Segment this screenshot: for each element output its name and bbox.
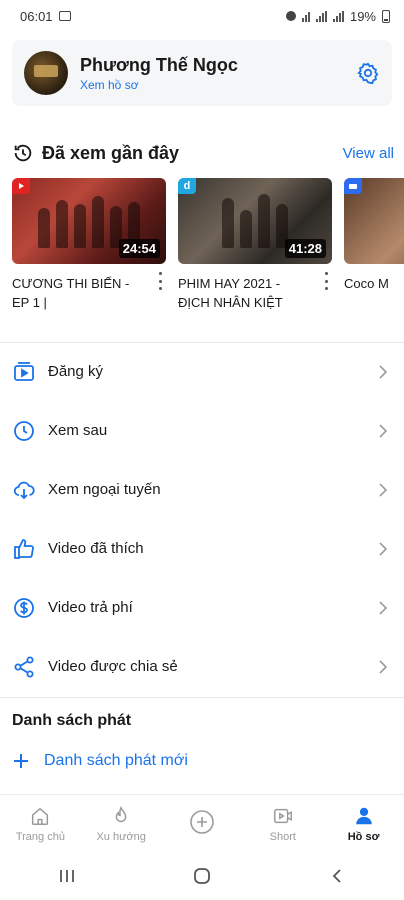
flame-icon [115,805,127,822]
menu-item-paid-videos[interactable]: Video trả phí [0,578,404,637]
video-card[interactable]: Coco M [344,178,404,293]
gear-icon[interactable] [356,61,380,85]
nav-add[interactable] [162,809,242,839]
download-cloud-icon [13,481,35,499]
menu-item-watch-later[interactable]: Xem sau [0,401,404,460]
profile-text: Phương Thế Ngọc Xem hồ sơ [80,55,356,92]
menu-item-shared-videos[interactable]: Video được chia sẻ [0,637,404,696]
thumbs-up-icon [14,538,34,559]
chevron-right-icon [379,600,388,615]
nav-label: Xu hướng [96,830,146,843]
nav-label: Short [269,830,296,843]
more-options-icon[interactable] [322,272,330,290]
system-navigation-bar [0,852,404,900]
nav-label: Trang chủ [15,830,65,843]
recent-header: Đã xem gần đây View all [12,142,404,164]
battery-percent: 19% [349,8,376,24]
video-thumbnail[interactable]: 24:54 [12,178,166,264]
menu-item-subscriptions[interactable]: Đăng ký [0,342,404,401]
video-duration: 24:54 [118,239,160,258]
dailymotion-source-icon: d [178,178,196,194]
status-time: 06:01 [20,8,53,24]
menu-label: Video được chia sẻ [48,658,178,675]
recent-videos-rail[interactable]: 24:54 CƯƠNG THI BIẾN - EP 1 | d 41:28 PH… [12,178,404,318]
chevron-right-icon [379,541,388,556]
menu-label: Xem sau [48,422,108,439]
nav-trending[interactable]: Xu hướng [81,805,161,843]
menu-label: Video trả phí [48,599,133,616]
menu-item-liked-videos[interactable]: Video đã thích [0,519,404,578]
back-icon [332,869,341,883]
nav-profile[interactable]: Hồ sơ [324,805,404,843]
lte-signal-icon [315,10,327,22]
profile-name: Phương Thế Ngọc [80,54,238,75]
divider [0,697,404,698]
add-circle-icon [190,809,214,834]
chevron-right-icon [379,364,388,379]
menu-label: Video đã thích [48,540,144,557]
share-icon [14,656,34,677]
video-card[interactable]: d 41:28 PHIM HAY 2021 - ĐỊCH NHÂN KIỆT [178,178,332,312]
recents-icon [60,870,75,882]
nav-home[interactable]: Trang chủ [0,805,80,843]
view-profile-link[interactable]: Xem hồ sơ [80,78,356,92]
clock-icon [14,420,34,441]
new-playlist-label: Danh sách phát mới [44,752,188,769]
recent-title-group: Đã xem gần đây [12,142,179,164]
playlist-section-title: Danh sách phát [12,712,132,729]
history-icon [14,144,32,162]
video-thumbnail[interactable] [344,178,404,264]
signal-icon [332,10,344,22]
dollar-icon [14,597,34,618]
youtube-source-icon [12,178,30,194]
profile-icon [355,807,372,824]
wifi-icon [301,11,310,22]
alarm-icon [285,11,296,21]
library-menu: Đăng ký Xem sau Xem ngoại tuyến Video đã… [0,342,404,696]
home-button[interactable] [182,861,222,891]
nav-label: Hồ sơ [347,830,380,843]
video-duration: 41:28 [284,239,326,258]
video-title[interactable]: CƯƠNG THI BIẾN - EP 1 | [12,274,148,312]
video-title[interactable]: PHIM HAY 2021 - ĐỊCH NHÂN KIỆT [178,274,314,312]
back-button[interactable] [317,861,357,891]
subscriptions-icon [14,361,34,381]
video-title[interactable]: Coco M [344,274,404,293]
chevron-right-icon [379,423,388,438]
home-icon [32,807,49,825]
video-card[interactable]: 24:54 CƯƠNG THI BIẾN - EP 1 | [12,178,166,312]
menu-item-offline[interactable]: Xem ngoại tuyến [0,460,404,519]
status-bar: 06:01 19% [0,0,404,32]
menu-label: Xem ngoại tuyến [48,481,161,498]
more-options-icon[interactable] [156,272,164,290]
video-source-icon [344,178,362,194]
view-all-link[interactable]: View all [343,145,404,162]
menu-label: Đăng ký [48,363,104,380]
chevron-right-icon [379,482,388,497]
battery-icon [382,9,390,23]
plus-icon [14,754,28,768]
short-video-icon [273,808,292,823]
home-circle-icon [194,868,210,884]
bottom-navigation: Trang chủ Xu hướng Short Hồ sơ [0,794,404,852]
recents-button[interactable] [47,861,87,891]
gallery-notification-icon [58,11,71,21]
avatar[interactable] [24,51,68,95]
video-thumbnail[interactable]: d 41:28 [178,178,332,264]
chevron-right-icon [379,659,388,674]
new-playlist-button[interactable]: Danh sách phát mới [12,752,188,770]
nav-short[interactable]: Short [243,805,323,843]
recent-title: Đã xem gần đây [42,142,180,163]
profile-card[interactable]: Phương Thế Ngọc Xem hồ sơ [12,40,392,106]
